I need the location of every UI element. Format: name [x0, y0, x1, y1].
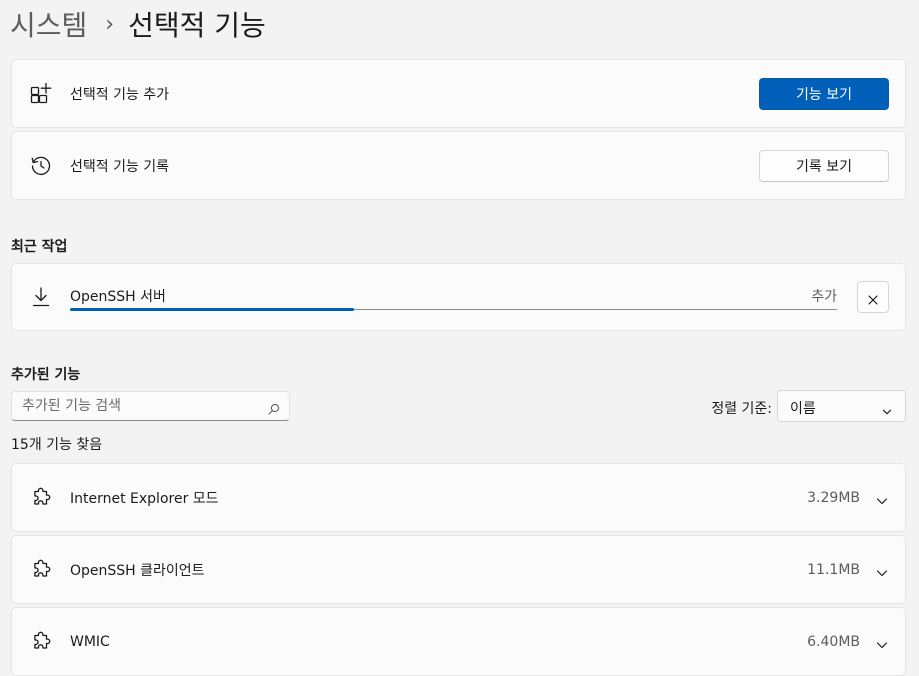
installed-search-box[interactable] — [11, 391, 290, 421]
history-icon — [29, 154, 53, 178]
search-icon[interactable] — [268, 400, 280, 415]
chevron-down-icon — [882, 402, 892, 415]
sort-label: 정렬 기준: — [711, 401, 772, 417]
feature-size: 3.29MB — [807, 489, 860, 506]
feature-history-card: 선택적 기능 기록 기록 보기 — [11, 131, 906, 200]
close-icon — [867, 291, 879, 305]
install-progress-fill — [70, 308, 354, 311]
feature-row[interactable]: Internet Explorer 모드 3.29MB — [11, 463, 906, 532]
breadcrumb-separator: › — [105, 11, 115, 37]
puzzle-icon — [29, 486, 53, 510]
chevron-down-icon[interactable] — [876, 492, 888, 504]
recent-action-status: 추가 — [811, 289, 837, 305]
cancel-install-button[interactable] — [857, 281, 889, 313]
sort-dropdown[interactable]: 이름 — [777, 390, 906, 422]
feature-size: 11.1MB — [807, 561, 860, 578]
feature-history-label: 선택적 기능 기록 — [70, 158, 170, 175]
installed-search-input[interactable] — [22, 392, 252, 420]
add-feature-label: 선택적 기능 추가 — [70, 86, 170, 103]
breadcrumb-parent-system[interactable]: 시스템 — [10, 4, 87, 44]
feature-row[interactable]: WMIC 6.40MB — [11, 607, 906, 676]
download-icon — [29, 285, 53, 309]
sort-value: 이름 — [790, 401, 816, 417]
view-features-button[interactable]: 기능 보기 — [759, 77, 889, 110]
feature-name: Internet Explorer 모드 — [70, 490, 219, 507]
feature-name: WMIC — [70, 633, 110, 650]
page-title: 선택적 기능 — [128, 9, 266, 42]
recent-actions-title: 최근 작업 — [11, 239, 68, 255]
breadcrumb: 시스템 › 선택적 기능 — [10, 4, 266, 44]
feature-count: 15개 기능 찾음 — [11, 437, 103, 453]
chevron-down-icon[interactable] — [876, 564, 888, 576]
feature-row[interactable]: OpenSSH 클라이언트 11.1MB — [11, 535, 906, 604]
view-history-button[interactable]: 기록 보기 — [759, 149, 889, 182]
add-grid-icon — [29, 82, 53, 106]
puzzle-icon — [29, 630, 53, 654]
chevron-down-icon[interactable] — [876, 636, 888, 648]
add-feature-card: 선택적 기능 추가 기능 보기 — [11, 59, 906, 128]
feature-name: OpenSSH 클라이언트 — [70, 562, 205, 579]
installed-features-title: 추가된 기능 — [11, 367, 81, 383]
feature-size: 6.40MB — [807, 633, 860, 650]
install-progress-bar — [70, 308, 837, 311]
recent-action-name: OpenSSH 서버 — [70, 289, 166, 305]
puzzle-icon — [29, 558, 53, 582]
recent-action-card: OpenSSH 서버 추가 — [11, 263, 906, 331]
